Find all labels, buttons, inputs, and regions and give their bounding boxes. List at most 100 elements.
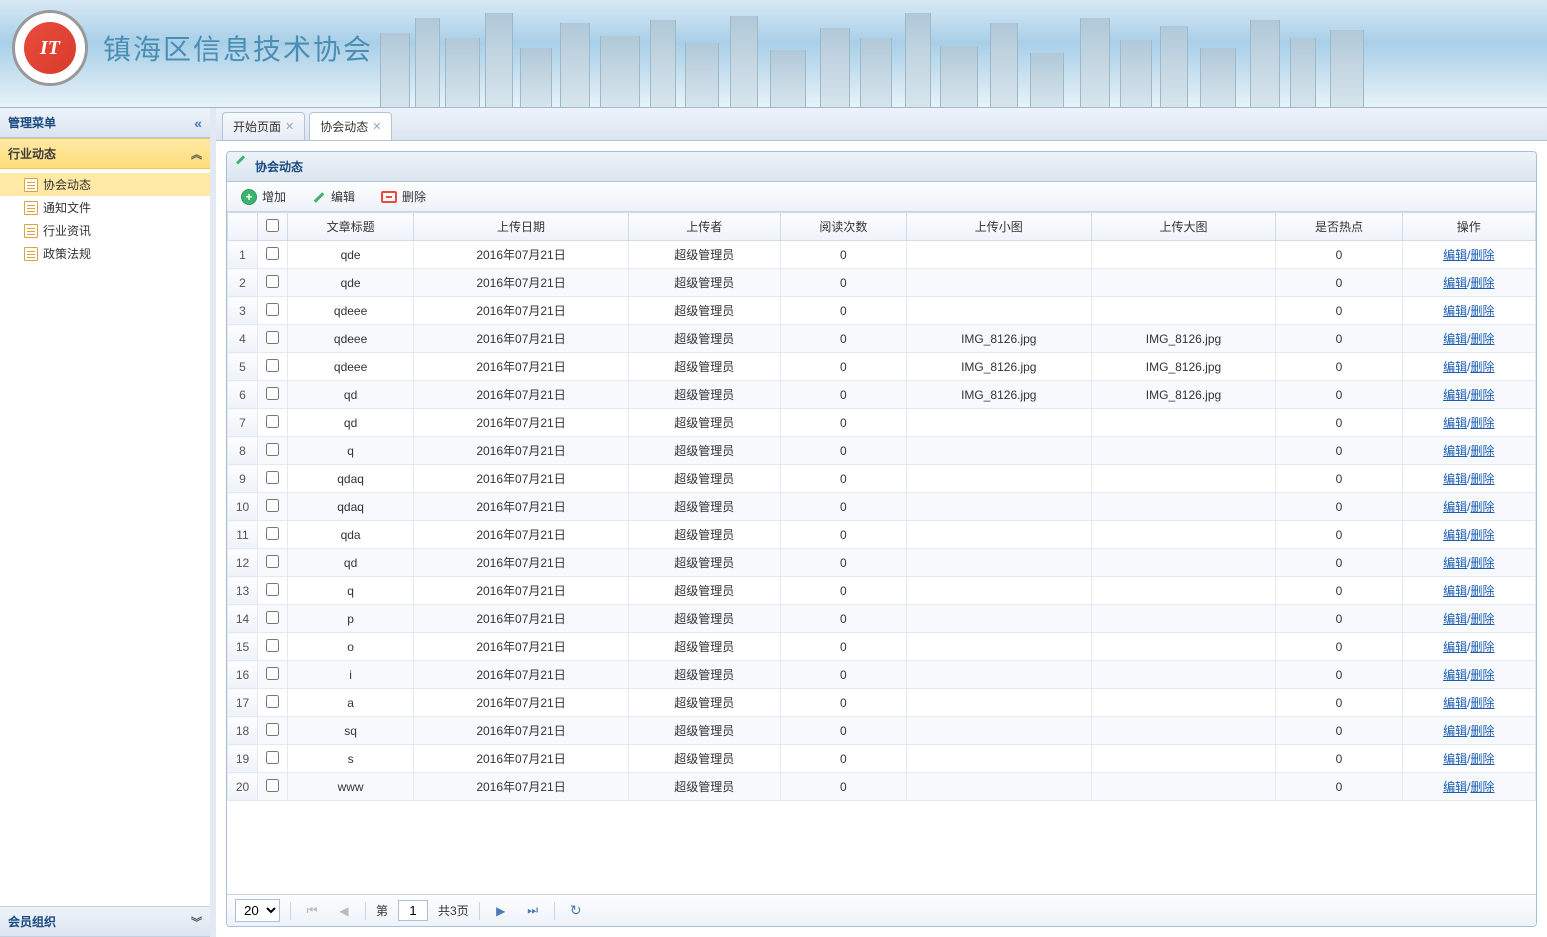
- row-edit-link[interactable]: 编辑: [1443, 752, 1467, 766]
- row-edit-link[interactable]: 编辑: [1443, 584, 1467, 598]
- table-row[interactable]: 14p2016年07月21日超级管理员00编辑/删除: [228, 605, 1536, 633]
- row-checkbox[interactable]: [266, 331, 279, 344]
- close-icon[interactable]: ✕: [372, 120, 381, 133]
- table-row[interactable]: 9qdaq2016年07月21日超级管理员00编辑/删除: [228, 465, 1536, 493]
- table-row[interactable]: 5qdeee2016年07月21日超级管理员0IMG_8126.jpgIMG_8…: [228, 353, 1536, 381]
- table-row[interactable]: 13q2016年07月21日超级管理员00编辑/删除: [228, 577, 1536, 605]
- row-checkbox[interactable]: [266, 583, 279, 596]
- row-edit-link[interactable]: 编辑: [1443, 472, 1467, 486]
- table-row[interactable]: 6qd2016年07月21日超级管理员0IMG_8126.jpgIMG_8126…: [228, 381, 1536, 409]
- row-delete-link[interactable]: 删除: [1470, 444, 1494, 458]
- row-checkbox[interactable]: [266, 303, 279, 316]
- column-header[interactable]: 上传者: [628, 213, 780, 241]
- row-delete-link[interactable]: 删除: [1470, 724, 1494, 738]
- close-icon[interactable]: ✕: [285, 120, 294, 133]
- row-checkbox[interactable]: [266, 471, 279, 484]
- tab[interactable]: 协会动态✕: [309, 112, 392, 140]
- delete-button[interactable]: 删除: [377, 186, 430, 207]
- table-row[interactable]: 17a2016年07月21日超级管理员00编辑/删除: [228, 689, 1536, 717]
- row-edit-link[interactable]: 编辑: [1443, 724, 1467, 738]
- row-checkbox[interactable]: [266, 639, 279, 652]
- row-checkbox[interactable]: [266, 247, 279, 260]
- row-edit-link[interactable]: 编辑: [1443, 332, 1467, 346]
- row-delete-link[interactable]: 删除: [1470, 332, 1494, 346]
- column-header[interactable]: 上传小图: [906, 213, 1091, 241]
- row-delete-link[interactable]: 删除: [1470, 584, 1494, 598]
- page-number-input[interactable]: [398, 900, 428, 921]
- row-checkbox[interactable]: [266, 443, 279, 456]
- row-checkbox[interactable]: [266, 667, 279, 680]
- sidebar-item[interactable]: 政策法规: [0, 242, 210, 265]
- row-edit-link[interactable]: 编辑: [1443, 528, 1467, 542]
- tab[interactable]: 开始页面✕: [222, 112, 305, 140]
- row-delete-link[interactable]: 删除: [1470, 472, 1494, 486]
- row-checkbox[interactable]: [266, 275, 279, 288]
- page-size-select[interactable]: 20: [235, 899, 280, 922]
- row-delete-link[interactable]: 删除: [1470, 360, 1494, 374]
- row-delete-link[interactable]: 删除: [1470, 640, 1494, 654]
- table-row[interactable]: 1qde2016年07月21日超级管理员00编辑/删除: [228, 241, 1536, 269]
- column-header[interactable]: 是否热点: [1276, 213, 1402, 241]
- row-checkbox[interactable]: [266, 695, 279, 708]
- row-checkbox[interactable]: [266, 723, 279, 736]
- row-delete-link[interactable]: 删除: [1470, 500, 1494, 514]
- row-edit-link[interactable]: 编辑: [1443, 276, 1467, 290]
- row-edit-link[interactable]: 编辑: [1443, 696, 1467, 710]
- table-row[interactable]: 15o2016年07月21日超级管理员00编辑/删除: [228, 633, 1536, 661]
- row-delete-link[interactable]: 删除: [1470, 416, 1494, 430]
- table-row[interactable]: 12qd2016年07月21日超级管理员00编辑/删除: [228, 549, 1536, 577]
- last-page-button[interactable]: ⏭: [522, 900, 544, 922]
- row-delete-link[interactable]: 删除: [1470, 556, 1494, 570]
- column-header[interactable]: 操作: [1402, 213, 1535, 241]
- row-edit-link[interactable]: 编辑: [1443, 640, 1467, 654]
- row-edit-link[interactable]: 编辑: [1443, 416, 1467, 430]
- row-delete-link[interactable]: 删除: [1470, 612, 1494, 626]
- table-row[interactable]: 2qde2016年07月21日超级管理员00编辑/删除: [228, 269, 1536, 297]
- row-delete-link[interactable]: 删除: [1470, 780, 1494, 794]
- row-checkbox[interactable]: [266, 611, 279, 624]
- row-edit-link[interactable]: 编辑: [1443, 612, 1467, 626]
- row-delete-link[interactable]: 删除: [1470, 752, 1494, 766]
- next-page-button[interactable]: ▶: [490, 900, 512, 922]
- row-delete-link[interactable]: 删除: [1470, 276, 1494, 290]
- previous-page-button[interactable]: ◀: [333, 900, 355, 922]
- row-edit-link[interactable]: 编辑: [1443, 388, 1467, 402]
- sidebar-collapse-button[interactable]: «: [194, 115, 202, 131]
- row-checkbox[interactable]: [266, 751, 279, 764]
- table-row[interactable]: 3qdeee2016年07月21日超级管理员00编辑/删除: [228, 297, 1536, 325]
- column-header[interactable]: 阅读次数: [780, 213, 906, 241]
- row-delete-link[interactable]: 删除: [1470, 696, 1494, 710]
- row-edit-link[interactable]: 编辑: [1443, 556, 1467, 570]
- edit-button[interactable]: 编辑: [308, 186, 359, 207]
- table-row[interactable]: 8q2016年07月21日超级管理员00编辑/删除: [228, 437, 1536, 465]
- row-checkbox[interactable]: [266, 499, 279, 512]
- row-edit-link[interactable]: 编辑: [1443, 360, 1467, 374]
- column-header[interactable]: 上传大图: [1091, 213, 1276, 241]
- row-checkbox[interactable]: [266, 555, 279, 568]
- row-delete-link[interactable]: 删除: [1470, 528, 1494, 542]
- add-button[interactable]: + 增加: [237, 186, 290, 207]
- row-edit-link[interactable]: 编辑: [1443, 668, 1467, 682]
- row-checkbox[interactable]: [266, 415, 279, 428]
- table-row[interactable]: 7qd2016年07月21日超级管理员00编辑/删除: [228, 409, 1536, 437]
- grid-wrapper[interactable]: 文章标题上传日期上传者阅读次数上传小图上传大图是否热点操作 1qde2016年0…: [227, 212, 1536, 894]
- first-page-button[interactable]: ⏮: [301, 900, 323, 922]
- sidebar-item[interactable]: 行业资讯: [0, 219, 210, 242]
- row-delete-link[interactable]: 删除: [1470, 668, 1494, 682]
- row-delete-link[interactable]: 删除: [1470, 248, 1494, 262]
- sidebar-item[interactable]: 协会动态: [0, 173, 210, 196]
- select-all-checkbox[interactable]: [266, 219, 279, 232]
- row-checkbox[interactable]: [266, 387, 279, 400]
- column-header[interactable]: 上传日期: [414, 213, 629, 241]
- row-delete-link[interactable]: 删除: [1470, 388, 1494, 402]
- column-header[interactable]: 文章标题: [288, 213, 414, 241]
- accordion-header-members[interactable]: 会员组织 ︾: [0, 906, 210, 937]
- row-edit-link[interactable]: 编辑: [1443, 304, 1467, 318]
- table-row[interactable]: 19s2016年07月21日超级管理员00编辑/删除: [228, 745, 1536, 773]
- row-checkbox[interactable]: [266, 359, 279, 372]
- row-edit-link[interactable]: 编辑: [1443, 500, 1467, 514]
- column-header[interactable]: [228, 213, 258, 241]
- row-edit-link[interactable]: 编辑: [1443, 780, 1467, 794]
- row-checkbox[interactable]: [266, 527, 279, 540]
- refresh-button[interactable]: ↻: [565, 900, 587, 922]
